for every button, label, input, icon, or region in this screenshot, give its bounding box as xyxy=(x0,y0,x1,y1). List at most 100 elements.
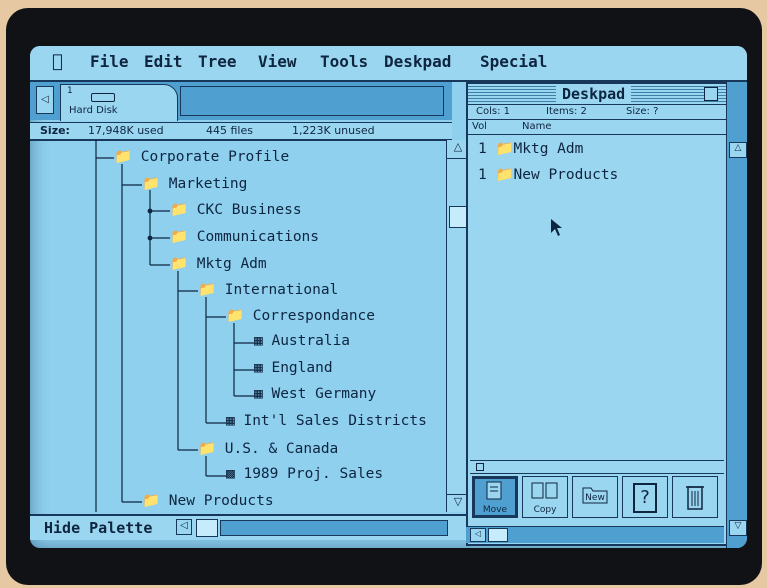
copy-button[interactable]: Copy xyxy=(522,476,568,518)
scroll-left-arrow-icon[interactable]: ◁ xyxy=(470,528,486,542)
tab-strip-area xyxy=(180,86,444,116)
file-count: 445 files xyxy=(206,124,253,137)
tree-node[interactable]: 📁 Communications xyxy=(170,228,319,245)
scroll-down-arrow-icon[interactable]: ▽ xyxy=(729,520,747,536)
folder-icon: 📁 xyxy=(495,167,514,183)
tree-node-label: Communications xyxy=(196,229,320,245)
list-item[interactable]: 1 📁New Products xyxy=(478,166,618,183)
arrow-cursor-icon xyxy=(551,219,562,236)
tree-node[interactable]: 📁 New Products xyxy=(142,492,274,509)
tree-node-label: Int'l Sales Districts xyxy=(243,413,427,429)
menu-file[interactable]: File xyxy=(90,52,129,71)
folder-icon: 📁 xyxy=(495,141,514,157)
move-icon xyxy=(486,481,502,500)
volume-tab-strip: ◁ 1 Hard Disk xyxy=(30,82,452,121)
deskpad-horizontal-scrollbar[interactable]: ◁ xyxy=(466,526,724,543)
new-label: New xyxy=(585,493,605,503)
hide-palette-button[interactable]: Hide Palette xyxy=(44,519,152,537)
tab-hard-disk[interactable]: 1 Hard Disk xyxy=(60,84,178,121)
trash-icon xyxy=(686,486,704,510)
move-button[interactable]: Move xyxy=(472,476,518,518)
deskpad-stats: Cols: 1 Items: 2 Size: ? xyxy=(468,105,726,120)
spreadsheet-icon: ▩ xyxy=(226,466,235,482)
horizontal-scroll-track[interactable] xyxy=(220,520,448,536)
tab-number: 1 xyxy=(67,86,73,96)
deskpad-title-bar[interactable]: Deskpad xyxy=(468,84,726,105)
horizontal-scroll-thumb[interactable] xyxy=(196,519,218,537)
tree-node-label: England xyxy=(271,360,333,376)
folder-icon: 📁 xyxy=(142,176,161,192)
size-label: Size: xyxy=(40,124,70,137)
tree-node-label: West Germany xyxy=(271,386,377,402)
deskpad-window: Deskpad Cols: 1 Items: 2 Size: ? Vol Nam… xyxy=(466,82,728,546)
menu-special[interactable]: Special xyxy=(480,52,547,71)
tree-node-label: U.S. & Canada xyxy=(224,441,339,457)
menu-edit[interactable]: Edit xyxy=(144,52,183,71)
menu-bar:  File Edit Tree View Tools Deskpad Spec… xyxy=(30,46,747,82)
tree-node-label: Australia xyxy=(271,333,351,349)
apple-icon[interactable]:  xyxy=(52,51,63,72)
column-name[interactable]: Name xyxy=(522,121,552,132)
list-item[interactable]: 1 📁Mktg Adm xyxy=(478,140,583,157)
new-folder-button[interactable]: New xyxy=(572,476,618,518)
tree-node-label: Mktg Adm xyxy=(196,256,267,272)
tree-node[interactable]: 📁 International xyxy=(198,281,338,298)
document-icon: ▦ xyxy=(254,386,263,402)
folder-icon: 📁 xyxy=(226,308,245,324)
item-vol: 1 xyxy=(478,141,487,157)
tree-node[interactable]: 📁 Correspondance xyxy=(226,307,375,324)
folder-icon: 📁 xyxy=(198,282,217,298)
tab-scroll-left-icon[interactable]: ◁ xyxy=(36,86,54,114)
item-name: Mktg Adm xyxy=(513,141,584,157)
tree-node-label: CKC Business xyxy=(196,202,302,218)
tree-node[interactable]: ▦ Australia xyxy=(254,333,350,349)
tool-palette: Move Copy New ? xyxy=(472,476,724,518)
horizontal-scroll-thumb[interactable] xyxy=(488,528,508,542)
tree-node[interactable]: 📁 Mktg Adm xyxy=(170,255,267,272)
screen:  File Edit Tree View Tools Deskpad Spec… xyxy=(30,46,747,548)
folder-icon: 📁 xyxy=(170,256,189,272)
deskpad-title: Deskpad xyxy=(556,85,632,103)
palette-close-icon[interactable] xyxy=(476,463,484,471)
hard-disk-icon xyxy=(91,93,115,102)
tree-node[interactable]: ▦ Int'l Sales Districts xyxy=(226,413,427,429)
folder-icon: 📁 xyxy=(198,441,217,457)
tree-node[interactable]: 📁 CKC Business xyxy=(170,201,302,218)
help-button[interactable]: ? xyxy=(622,476,668,518)
folder-icon: 📁 xyxy=(142,493,161,509)
palette-header xyxy=(470,460,724,474)
menu-deskpad[interactable]: Deskpad xyxy=(384,52,451,71)
tree-node[interactable]: 📁 U.S. & Canada xyxy=(198,440,338,457)
tree-node[interactable]: ▩ 1989 Proj. Sales xyxy=(226,466,383,482)
folder-icon: 📁 xyxy=(114,149,133,165)
deskpad-vertical-scrollbar[interactable]: △ ▽ xyxy=(726,82,747,548)
tree-node-label: International xyxy=(224,282,339,298)
tab-label: Hard Disk xyxy=(69,105,118,116)
copy-icon xyxy=(531,482,558,499)
menu-view[interactable]: View xyxy=(258,52,297,71)
folder-icon: 📁 xyxy=(170,229,189,245)
document-icon: ▦ xyxy=(254,360,263,376)
scroll-up-arrow-icon[interactable]: △ xyxy=(729,142,747,158)
column-vol[interactable]: Vol xyxy=(472,121,487,132)
tree-node[interactable]: ▦ West Germany xyxy=(254,386,376,402)
tree-view: 📁 Corporate Profile 📁 Marketing 📁 CKC Bu… xyxy=(30,140,446,512)
tree-node[interactable]: 📁 Marketing xyxy=(142,175,247,192)
tree-node-label: Corporate Profile xyxy=(140,149,290,165)
size-unused: 1,223K unused xyxy=(292,124,375,137)
tree-node-label: New Products xyxy=(168,493,274,509)
menu-tree[interactable]: Tree xyxy=(198,52,237,71)
size-value: Size: ? xyxy=(626,106,659,117)
hide-palette-bar: Hide Palette ◁ xyxy=(30,514,468,540)
size-used: 17,948K used xyxy=(88,124,164,137)
help-icon: ? xyxy=(633,483,657,513)
scroll-left-arrow-icon[interactable]: ◁ xyxy=(176,519,192,535)
size-info-bar: Size: 17,948K used 445 files 1,223K unus… xyxy=(30,122,452,141)
menu-tools[interactable]: Tools xyxy=(320,52,368,71)
tree-node-label: 1989 Proj. Sales xyxy=(243,466,384,482)
copy-label: Copy xyxy=(533,505,557,515)
tree-node[interactable]: ▦ England xyxy=(254,360,333,376)
trash-button[interactable] xyxy=(672,476,718,518)
zoom-box-icon[interactable] xyxy=(704,87,718,101)
tree-node[interactable]: 📁 Corporate Profile xyxy=(114,148,289,165)
